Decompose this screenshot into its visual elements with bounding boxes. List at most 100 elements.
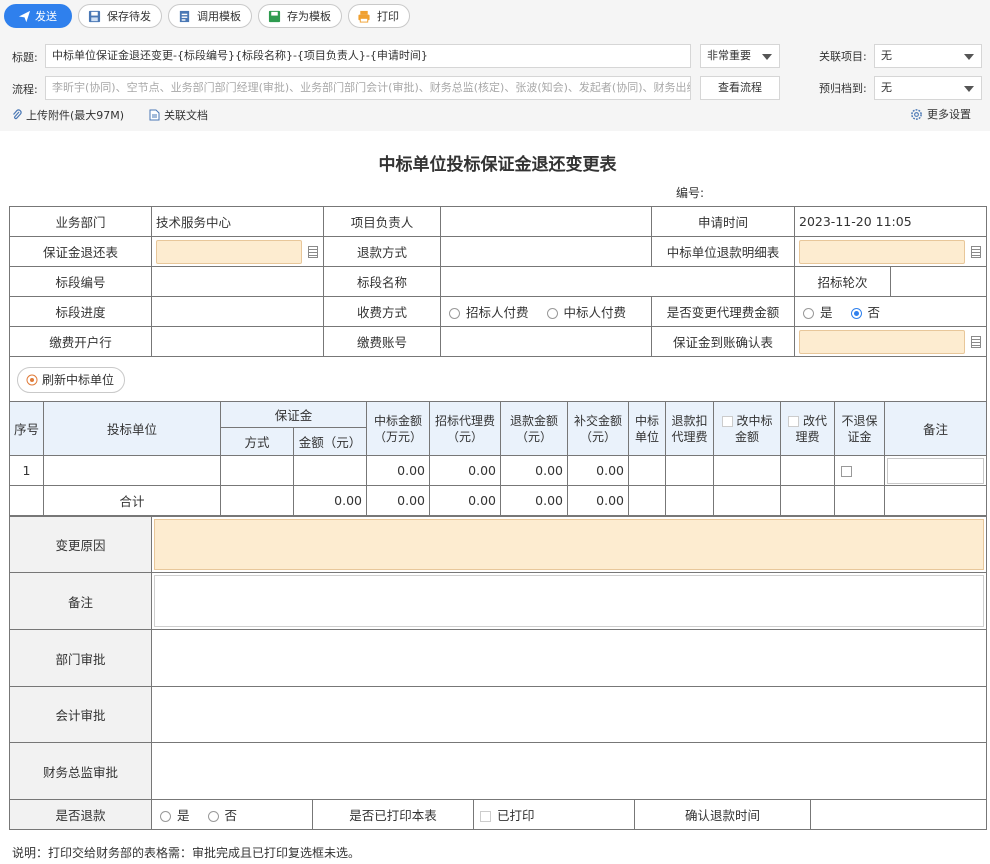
deposit-return-cell (151, 236, 324, 267)
more-settings-link[interactable]: 更多设置 (910, 106, 971, 122)
checkbox-icon[interactable] (841, 466, 853, 477)
save-draft-button[interactable]: 保存待发 (78, 4, 162, 28)
more-settings-label: 更多设置 (927, 108, 971, 121)
total-amount: 0.00 (292, 485, 368, 516)
h-change-fee: 改代理费 (780, 401, 836, 456)
section-no-value (151, 266, 324, 297)
remark-input[interactable] (154, 575, 985, 627)
row-seq: 1 (9, 455, 44, 486)
confirm-picker[interactable] (799, 329, 965, 354)
radio-icon (546, 308, 558, 319)
printed-label: 是否已打印本表 (312, 799, 474, 830)
radio-icon (449, 308, 460, 319)
row-winner[interactable] (628, 455, 667, 486)
dept-approval-value (150, 629, 988, 687)
winner-detail-cell (793, 236, 988, 267)
use-template-label: 调用模板 (197, 10, 241, 23)
change-fee-no[interactable]: 否 (850, 305, 881, 320)
refresh-icon (26, 374, 38, 385)
change-reason-input[interactable] (154, 519, 985, 570)
refunded-no-label: 否 (224, 808, 238, 823)
row-refund-fee[interactable] (665, 455, 715, 486)
fee-option-bidder-label: 招标人付费 (466, 305, 529, 320)
h-refund: 退款金额（元） (500, 401, 569, 456)
refund-method-value[interactable] (440, 236, 652, 267)
priority-value: 非常重要 (707, 49, 751, 62)
confirm-time-value[interactable] (809, 799, 988, 830)
winner-detail-label: 中标单位退款明细表 (651, 236, 795, 267)
deposit-return-picker[interactable] (156, 239, 302, 264)
refresh-winner-button[interactable]: 刷新中标单位 (17, 366, 126, 393)
row-remark-input[interactable] (887, 457, 985, 484)
related-project-label: 关联项目: (819, 50, 867, 63)
refunded-yes[interactable]: 是 (160, 808, 190, 823)
total-win-amount: 0.00 (366, 485, 431, 516)
upload-label: 上传附件(最大97M) (26, 109, 125, 122)
related-doc-label: 关联文档 (164, 109, 208, 122)
total-label: 合计 (43, 485, 221, 516)
view-flow-button[interactable]: 查看流程 (700, 76, 780, 100)
refunded-no[interactable]: 否 (207, 808, 238, 823)
number-label: 编号: (676, 186, 705, 200)
table-picker-icon[interactable] (308, 245, 318, 258)
h-change-win: 改中标金额 (713, 401, 782, 456)
checkbox-icon[interactable] (788, 415, 799, 427)
print-button[interactable]: 打印 (348, 4, 410, 28)
chevron-down-icon (762, 54, 772, 60)
winner-detail-picker[interactable] (799, 239, 965, 264)
row-extra[interactable]: 0.00 (567, 455, 630, 486)
fee-option-bidder[interactable]: 招标人付费 (449, 305, 529, 320)
row-change-win[interactable] (713, 455, 782, 486)
h-seq: 序号 (9, 401, 44, 456)
checkbox-icon[interactable] (721, 415, 733, 427)
related-project-select[interactable]: 无 (874, 44, 982, 68)
h-remark: 备注 (884, 401, 988, 456)
title-input[interactable]: 中标单位保证金退还变更-{标段编号}{标段名称}-{项目负责人}-{申请时间} (45, 44, 691, 68)
document-icon (149, 109, 160, 121)
row-win-amount[interactable]: 0.00 (366, 455, 431, 486)
row-bidder[interactable] (43, 455, 221, 486)
pm-label: 项目负责人 (323, 206, 441, 237)
save-draft-label: 保存待发 (107, 10, 151, 23)
upload-attachment-link[interactable]: 上传附件(最大97M) (12, 107, 124, 123)
save-template-button[interactable]: 存为模板 (258, 4, 342, 28)
use-template-button[interactable]: 调用模板 (168, 4, 252, 28)
bid-round-value (889, 266, 988, 297)
bid-round-label: 招标轮次 (794, 266, 891, 297)
change-fee-yes[interactable]: 是 (803, 305, 833, 320)
h-mode: 方式 (220, 427, 294, 456)
send-button[interactable]: 发送 (4, 4, 72, 28)
printed-checkbox[interactable]: 已打印 (480, 808, 535, 823)
row-mode[interactable] (220, 455, 294, 486)
form-header: 发送 保存待发 调用模板 存为模板 打印 标题: 中标单位保证金退还变更-{标段… (0, 0, 990, 131)
flow-input[interactable]: 李昕宇(协同)、空节点、业务部门部门经理(审批)、业务部门部门会计(审批)、财务… (45, 76, 691, 100)
row-amount[interactable] (292, 455, 368, 486)
form-title: 中标单位投标保证金退还变更表 (378, 155, 617, 175)
row-refund[interactable]: 0.00 (500, 455, 569, 486)
refunded-options: 是 否 (151, 799, 313, 830)
related-doc-link[interactable]: 关联文档 (149, 107, 208, 123)
chevron-down-icon (964, 86, 974, 92)
apply-time-label: 申请时间 (651, 206, 795, 237)
deposit-return-label: 保证金退还表 (9, 236, 152, 267)
row-agent-fee[interactable]: 0.00 (429, 455, 502, 486)
change-fee-no-label: 否 (867, 305, 881, 320)
total-empty-5 (834, 485, 886, 516)
table-picker-icon[interactable] (971, 335, 981, 348)
h-agent-fee: 招标代理费（元） (429, 401, 502, 456)
refresh-row: 刷新中标单位 (8, 356, 988, 403)
dept-approval-label: 部门审批 (9, 629, 152, 687)
paperclip-icon (12, 109, 22, 121)
change-reason-cell (150, 516, 988, 573)
fee-method-label: 收费方式 (323, 296, 441, 327)
table-picker-icon[interactable] (971, 245, 981, 258)
archive-select[interactable]: 无 (874, 76, 982, 100)
bidder-grid: 序号 投标单位 保证金 中标金额（万元） 招标代理费（元） 退款金额（元） 补交… (9, 401, 988, 516)
fee-option-winner[interactable]: 中标人付费 (546, 305, 626, 320)
template-icon (177, 9, 191, 23)
row-change-fee[interactable] (780, 455, 836, 486)
priority-select[interactable]: 非常重要 (700, 44, 780, 68)
section-no-label: 标段编号 (9, 266, 152, 297)
h-extra: 补交金额（元） (567, 401, 630, 456)
apply-time-value: 2023-11-20 11:05 (793, 206, 988, 237)
